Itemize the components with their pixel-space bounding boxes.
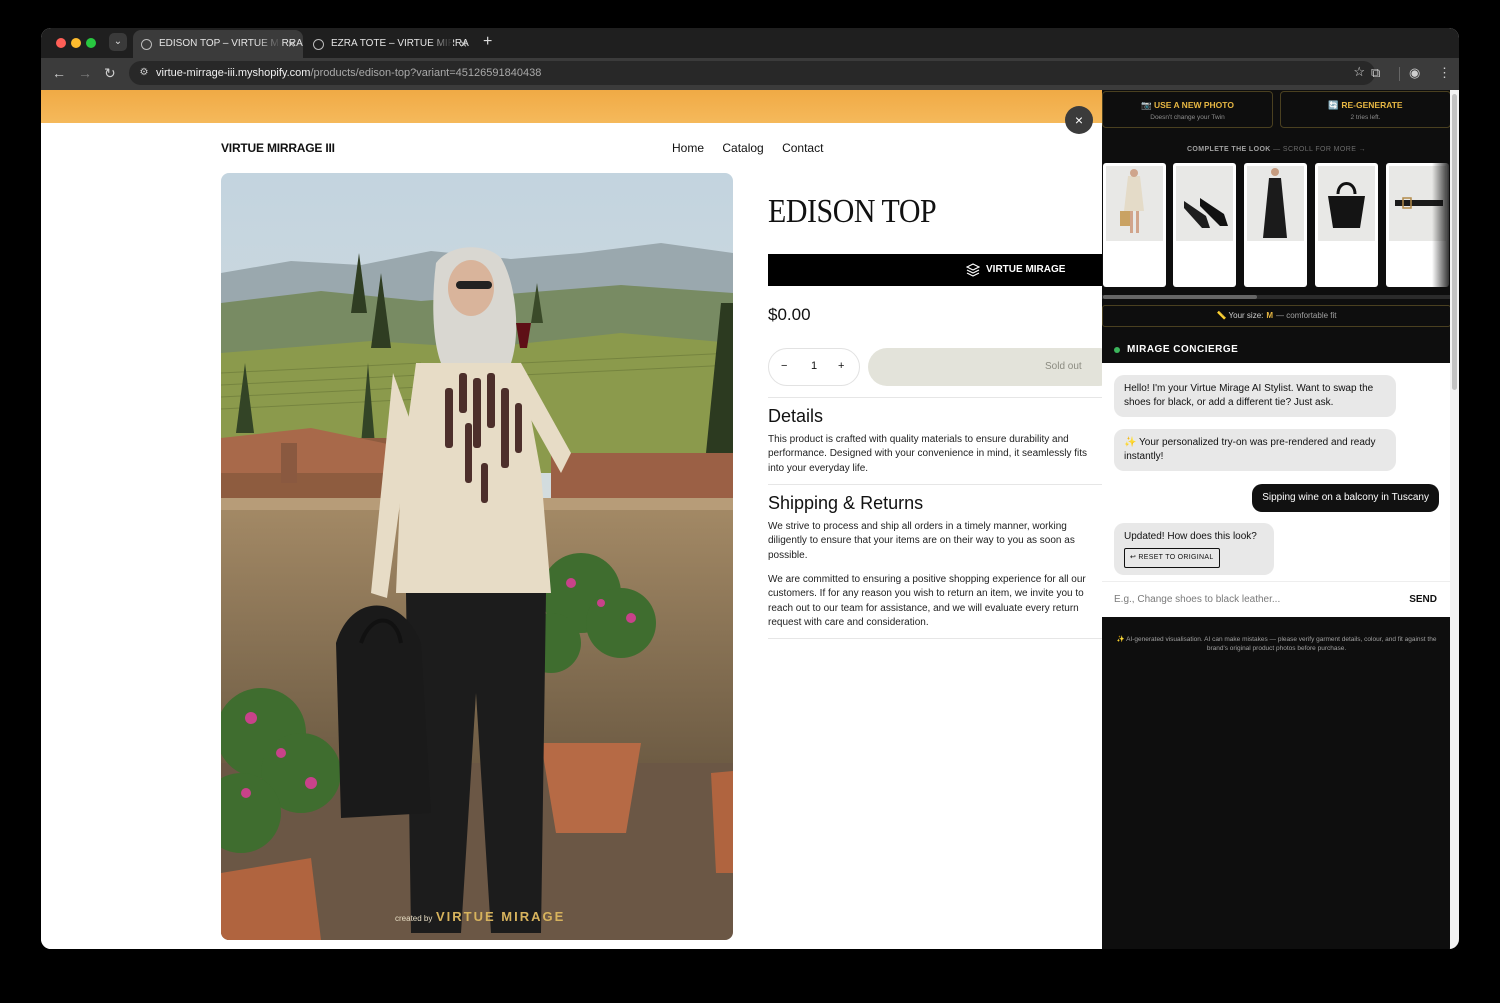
product-title: EDISON TOP xyxy=(768,193,937,230)
use-new-photo-label: 📷 USE A NEW PHOTO xyxy=(1141,100,1234,110)
chat-input[interactable]: E.g., Change shoes to black leather... xyxy=(1114,582,1280,618)
tab-label: EDISON TOP – VIRTUE MIRRA xyxy=(159,38,303,49)
close-tab-icon[interactable]: × xyxy=(288,30,295,58)
tab-edison-top[interactable]: EDISON TOP – VIRTUE MIRRA × xyxy=(133,30,303,58)
globe-icon xyxy=(313,39,324,50)
back-icon[interactable]: ← xyxy=(52,65,66,81)
use-new-photo-button[interactable]: 📷 USE A NEW PHOTO Doesn't change your Tw… xyxy=(1102,91,1273,128)
close-panel-button[interactable]: × xyxy=(1065,106,1093,134)
browser-window: ⌄ EDISON TOP – VIRTUE MIRRA × EZRA TOTE … xyxy=(41,28,1459,949)
tab-ezra-tote[interactable]: EZRA TOTE – VIRTUE MIRRA × xyxy=(305,30,475,58)
product-page: VIRTUE MIRRAGE III Home Catalog Contact xyxy=(41,123,1102,949)
watermark-prefix: created by xyxy=(395,914,432,923)
watermark-name: VIRTUE MIRAGE xyxy=(436,909,565,924)
forward-icon[interactable]: → xyxy=(78,65,92,81)
concierge-title: MIRAGE CONCIERGE xyxy=(1127,344,1239,355)
look-scroll-thumb[interactable] xyxy=(1103,295,1257,299)
chat-messages: Hello! I'm your Virtue Mirage AI Stylist… xyxy=(1102,363,1451,581)
url-text: virtue-mirrage-iii.myshopify.com/product… xyxy=(156,67,542,79)
virtue-mirage-panel: 📷 USE A NEW PHOTO Doesn't change your Tw… xyxy=(1102,90,1459,949)
decrement-button[interactable]: − xyxy=(781,360,787,372)
reload-icon[interactable]: ↻ xyxy=(104,65,116,81)
details-text: This product is crafted with quality mat… xyxy=(768,434,1088,474)
maximize-window-button[interactable] xyxy=(86,38,96,48)
details-heading: Details xyxy=(768,406,824,426)
profile-icon[interactable]: ◉ xyxy=(1409,65,1420,81)
close-window-button[interactable] xyxy=(56,38,66,48)
layers-icon xyxy=(966,263,980,277)
panel-scrollbar[interactable] xyxy=(1450,90,1459,949)
nav-contact[interactable]: Contact xyxy=(782,141,823,155)
tab-bar: ⌄ EDISON TOP – VIRTUE MIRRA × EZRA TOTE … xyxy=(41,28,1459,58)
look-item-black-dress[interactable] xyxy=(1244,163,1307,287)
use-new-photo-sub: Doesn't change your Twin xyxy=(1150,114,1225,121)
shipping-heading: Shipping & Returns xyxy=(768,493,924,513)
store-logo[interactable]: VIRTUE MIRRAGE III xyxy=(221,141,335,155)
send-button[interactable]: SEND xyxy=(1409,582,1437,618)
browser-toolbar: ← → ↻ ⚙ virtue-mirrage-iii.myshopify.com… xyxy=(41,58,1459,90)
close-tab-icon[interactable]: × xyxy=(460,30,467,58)
quantity-input[interactable]: 1 xyxy=(811,360,817,372)
price: $0.00 xyxy=(768,305,811,324)
complete-the-look-header: COMPLETE THE LOOK — SCROLL FOR MORE → xyxy=(1186,146,1367,153)
ai-disclaimer: ✨ AI-generated visualisation. AI can mak… xyxy=(1116,636,1437,652)
site-settings-icon[interactable]: ⚙ xyxy=(137,66,151,80)
chat-input-row: E.g., Change shoes to black leather... S… xyxy=(1102,581,1451,617)
regenerate-sub: 2 tries left. xyxy=(1350,114,1381,121)
nav-catalog[interactable]: Catalog xyxy=(722,141,763,155)
regenerate-label: 🔄 RE-GENERATE xyxy=(1328,100,1403,110)
chat-message-user: Sipping wine on a balcony in Tuscany xyxy=(1252,484,1439,512)
shipping-text-2: We are committed to ensuring a positive … xyxy=(768,574,1086,628)
concierge-header: MIRAGE CONCIERGE xyxy=(1102,333,1451,363)
chat-message-bot: ✨ Your personalized try-on was pre-rende… xyxy=(1114,429,1396,471)
virtue-mirage-label: VIRTUE MIRAGE xyxy=(986,264,1066,275)
chat-message-text: Updated! How does this look? xyxy=(1124,531,1257,542)
tab-search-icon[interactable]: ⌄ xyxy=(109,33,127,51)
look-item-dress[interactable] xyxy=(1103,163,1166,287)
virtue-mirage-button[interactable]: VIRTUE MIRAGE xyxy=(768,254,1102,286)
new-tab-button[interactable]: + xyxy=(483,33,492,51)
chat-message-bot: Updated! How does this look? ↩ RESET TO … xyxy=(1114,523,1274,575)
regenerate-button[interactable]: 🔄 RE-GENERATE 2 tries left. xyxy=(1280,91,1451,128)
product-image: created by VIRTUE MIRAGE xyxy=(221,173,733,940)
bookmark-star-icon[interactable]: ☆ xyxy=(1353,64,1365,80)
extensions-icon[interactable]: ⧉ xyxy=(1371,65,1380,81)
nav-home[interactable]: Home xyxy=(672,141,704,155)
minimize-window-button[interactable] xyxy=(71,38,81,48)
online-status-dot xyxy=(1114,347,1120,353)
size-recommendation: 📏 Your size: M — comfortable fit xyxy=(1102,305,1451,327)
shipping-text-1: We strive to process and ship all orders… xyxy=(768,521,1075,561)
look-item-tote[interactable] xyxy=(1315,163,1378,287)
quantity-stepper: − 1 + xyxy=(768,348,860,386)
more-menu-icon[interactable]: ⋮ xyxy=(1438,65,1451,81)
main-nav: Home Catalog Contact xyxy=(672,141,838,155)
chat-message-bot: Hello! I'm your Virtue Mirage AI Stylist… xyxy=(1114,375,1396,417)
look-item-heels[interactable] xyxy=(1173,163,1236,287)
increment-button[interactable]: + xyxy=(838,360,844,372)
sold-out-button[interactable]: Sold out xyxy=(868,348,1102,386)
panel-scroll-thumb[interactable] xyxy=(1452,94,1457,390)
address-bar[interactable]: ⚙ virtue-mirrage-iii.myshopify.com/produ… xyxy=(129,61,1375,85)
globe-icon xyxy=(141,39,152,50)
reset-to-original-button[interactable]: ↩ RESET TO ORIGINAL xyxy=(1124,548,1220,568)
announcement-banner xyxy=(41,90,1102,123)
